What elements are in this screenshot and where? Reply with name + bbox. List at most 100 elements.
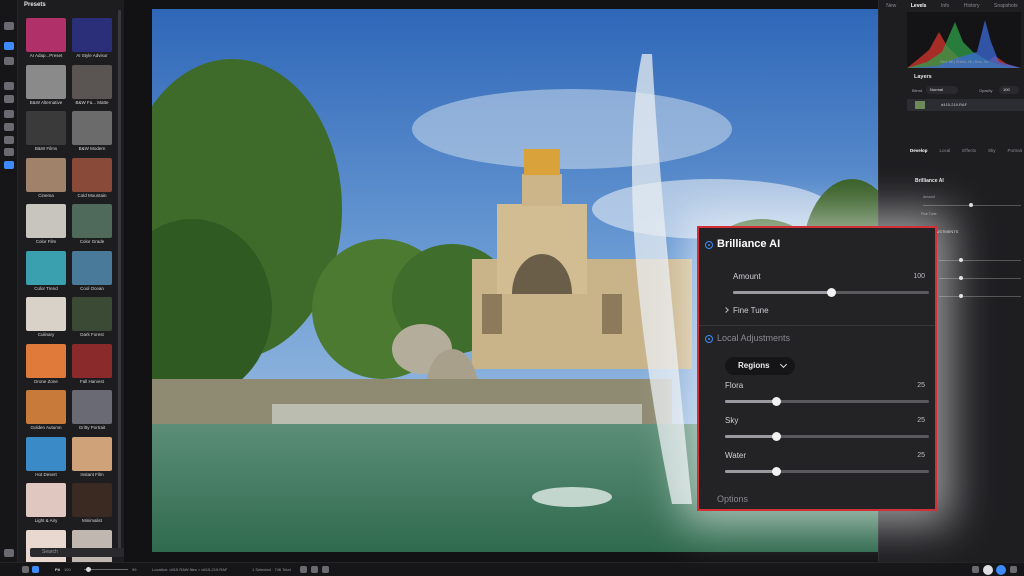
crop-icon[interactable] (4, 82, 14, 90)
tab-effects[interactable]: Effects (962, 148, 976, 153)
tab-sky[interactable]: Sky (988, 148, 996, 153)
panel-brilliance-title[interactable]: Brilliance AI (915, 178, 944, 184)
tab-levels[interactable]: Levels (911, 3, 927, 9)
preset-thumbnail (72, 111, 112, 145)
ai-tool-icon[interactable] (4, 161, 14, 169)
panel-water-knob[interactable] (959, 294, 963, 298)
erase-icon[interactable] (4, 123, 14, 131)
opacity-select[interactable]: 100 (999, 86, 1019, 94)
tab-snapshots[interactable]: Snapshots (994, 3, 1018, 9)
preset-label: Cool Ocean (80, 285, 104, 291)
preset-item[interactable]: AI Adap...Preset (26, 18, 66, 62)
flora-slider-fill (725, 400, 776, 403)
flora-slider-knob[interactable] (771, 397, 781, 406)
fine-tune-label[interactable]: Fine Tune (733, 306, 769, 315)
undo-icon[interactable] (972, 566, 979, 573)
preset-item[interactable]: Hot Desert (26, 436, 66, 481)
preset-item[interactable]: Fall Harvest (72, 343, 112, 388)
preset-item[interactable]: Cool Ocean (72, 250, 112, 295)
regions-dropdown[interactable]: Regions (725, 357, 795, 375)
zoom-max-value: 99 (132, 567, 137, 572)
presets-scrollbar[interactable] (118, 10, 121, 550)
preset-item[interactable]: Minimalist (72, 483, 112, 527)
sky-slider-knob[interactable] (771, 432, 781, 441)
preset-thumbnail (26, 204, 66, 238)
layer-row[interactable]: d415-219.RAF (907, 99, 1024, 111)
tab-new[interactable]: New (886, 3, 896, 9)
preset-item[interactable]: Drone Zone (26, 343, 66, 388)
preset-label: Culinary (37, 332, 55, 337)
preset-item[interactable]: Color Trend (26, 250, 66, 295)
brilliance-title[interactable]: Brilliance AI (717, 238, 780, 250)
blend-select[interactable]: Normal (926, 86, 958, 94)
preset-item[interactable]: Instant Film (72, 436, 112, 481)
tab-portrait[interactable]: Portrait (1007, 148, 1022, 153)
preview-icon[interactable] (322, 566, 329, 573)
preset-item[interactable]: B&W Films (26, 111, 66, 155)
local-adjustments-label[interactable]: Local Adjustments (717, 333, 790, 343)
water-slider[interactable] (725, 467, 929, 476)
panel-flora-slider[interactable] (939, 260, 1021, 261)
preset-thumbnail (26, 436, 66, 471)
brush-icon[interactable] (4, 110, 14, 118)
presets-search-input[interactable]: Search (30, 548, 124, 557)
clone-icon[interactable] (4, 136, 14, 144)
tab-history[interactable]: History (964, 3, 980, 9)
options-label[interactable]: Options (717, 494, 748, 504)
panel-sky-knob[interactable] (959, 276, 963, 280)
more-icon[interactable] (1010, 566, 1017, 573)
preset-label: Drone Zone (34, 378, 58, 384)
single-view-icon[interactable] (32, 566, 39, 573)
preset-item[interactable]: Light & Airy (26, 483, 66, 527)
amount-slider[interactable] (733, 288, 929, 297)
zoom-fit-label[interactable]: Fit (55, 567, 60, 572)
preset-item[interactable]: AI Style Advisor (72, 18, 112, 62)
water-slider-knob[interactable] (771, 467, 781, 476)
preset-item[interactable]: Color Grade (72, 204, 112, 248)
edit-icon[interactable] (4, 42, 14, 50)
presets-panel: Presets AI Adap...Preset AI Style Advisor… (18, 0, 124, 564)
tab-local[interactable]: Local (940, 148, 951, 153)
panel-water-slider[interactable] (939, 296, 1021, 297)
browse-icon[interactable] (4, 22, 14, 30)
preset-item[interactable]: B&W Fa... Matte (72, 64, 112, 109)
preset-item[interactable]: Culinary (26, 297, 66, 341)
preset-label: AI Adap...Preset (29, 53, 63, 58)
panel-amount-knob[interactable] (969, 203, 973, 207)
transform-icon[interactable] (4, 95, 14, 103)
preset-item[interactable]: Gritty Portrait (72, 390, 112, 434)
preset-item[interactable]: B&W Alternative (26, 64, 66, 109)
preset-item[interactable]: Golden Autumn (26, 390, 66, 434)
preset-item[interactable]: Cold Mountain (72, 157, 112, 202)
preset-label: Hot Desert (35, 471, 57, 477)
fine-tune-chevron-icon[interactable] (723, 307, 729, 313)
grid-view-icon[interactable] (22, 566, 29, 573)
eye-icon[interactable] (300, 566, 307, 573)
flora-slider[interactable] (725, 397, 929, 406)
amount-slider-knob[interactable] (826, 288, 836, 297)
layers-tool-icon[interactable] (4, 57, 14, 65)
tab-info[interactable]: Info (941, 3, 949, 9)
panel-sky-slider[interactable] (939, 278, 1021, 279)
mask-icon[interactable] (4, 148, 14, 156)
reset-icon[interactable] (983, 565, 993, 575)
preset-item[interactable]: B&W Modern (72, 111, 112, 155)
preset-item[interactable]: Dark Forest (72, 297, 112, 341)
panel-fine-tune[interactable]: Fine Tune (921, 212, 937, 216)
export-icon[interactable] (996, 565, 1006, 575)
brilliance-toggle-icon[interactable] (705, 241, 713, 249)
local-adjustments-toggle-icon[interactable] (705, 335, 713, 343)
preset-item[interactable]: Cinema (26, 157, 66, 202)
sky-slider[interactable] (725, 432, 929, 441)
panel-flora-knob[interactable] (959, 258, 963, 262)
preset-thumbnail (72, 343, 112, 378)
settings-icon[interactable] (4, 549, 14, 557)
preset-item[interactable]: Color Film (26, 204, 66, 248)
preset-label: Light & Airy (34, 518, 58, 523)
preset-label: B&W Films (34, 146, 58, 151)
zoom-slider-knob[interactable] (86, 567, 92, 572)
tab-develop[interactable]: Develop (910, 148, 928, 153)
divider (699, 325, 935, 326)
compare-icon[interactable] (311, 566, 318, 573)
preset-thumbnail (26, 297, 66, 331)
